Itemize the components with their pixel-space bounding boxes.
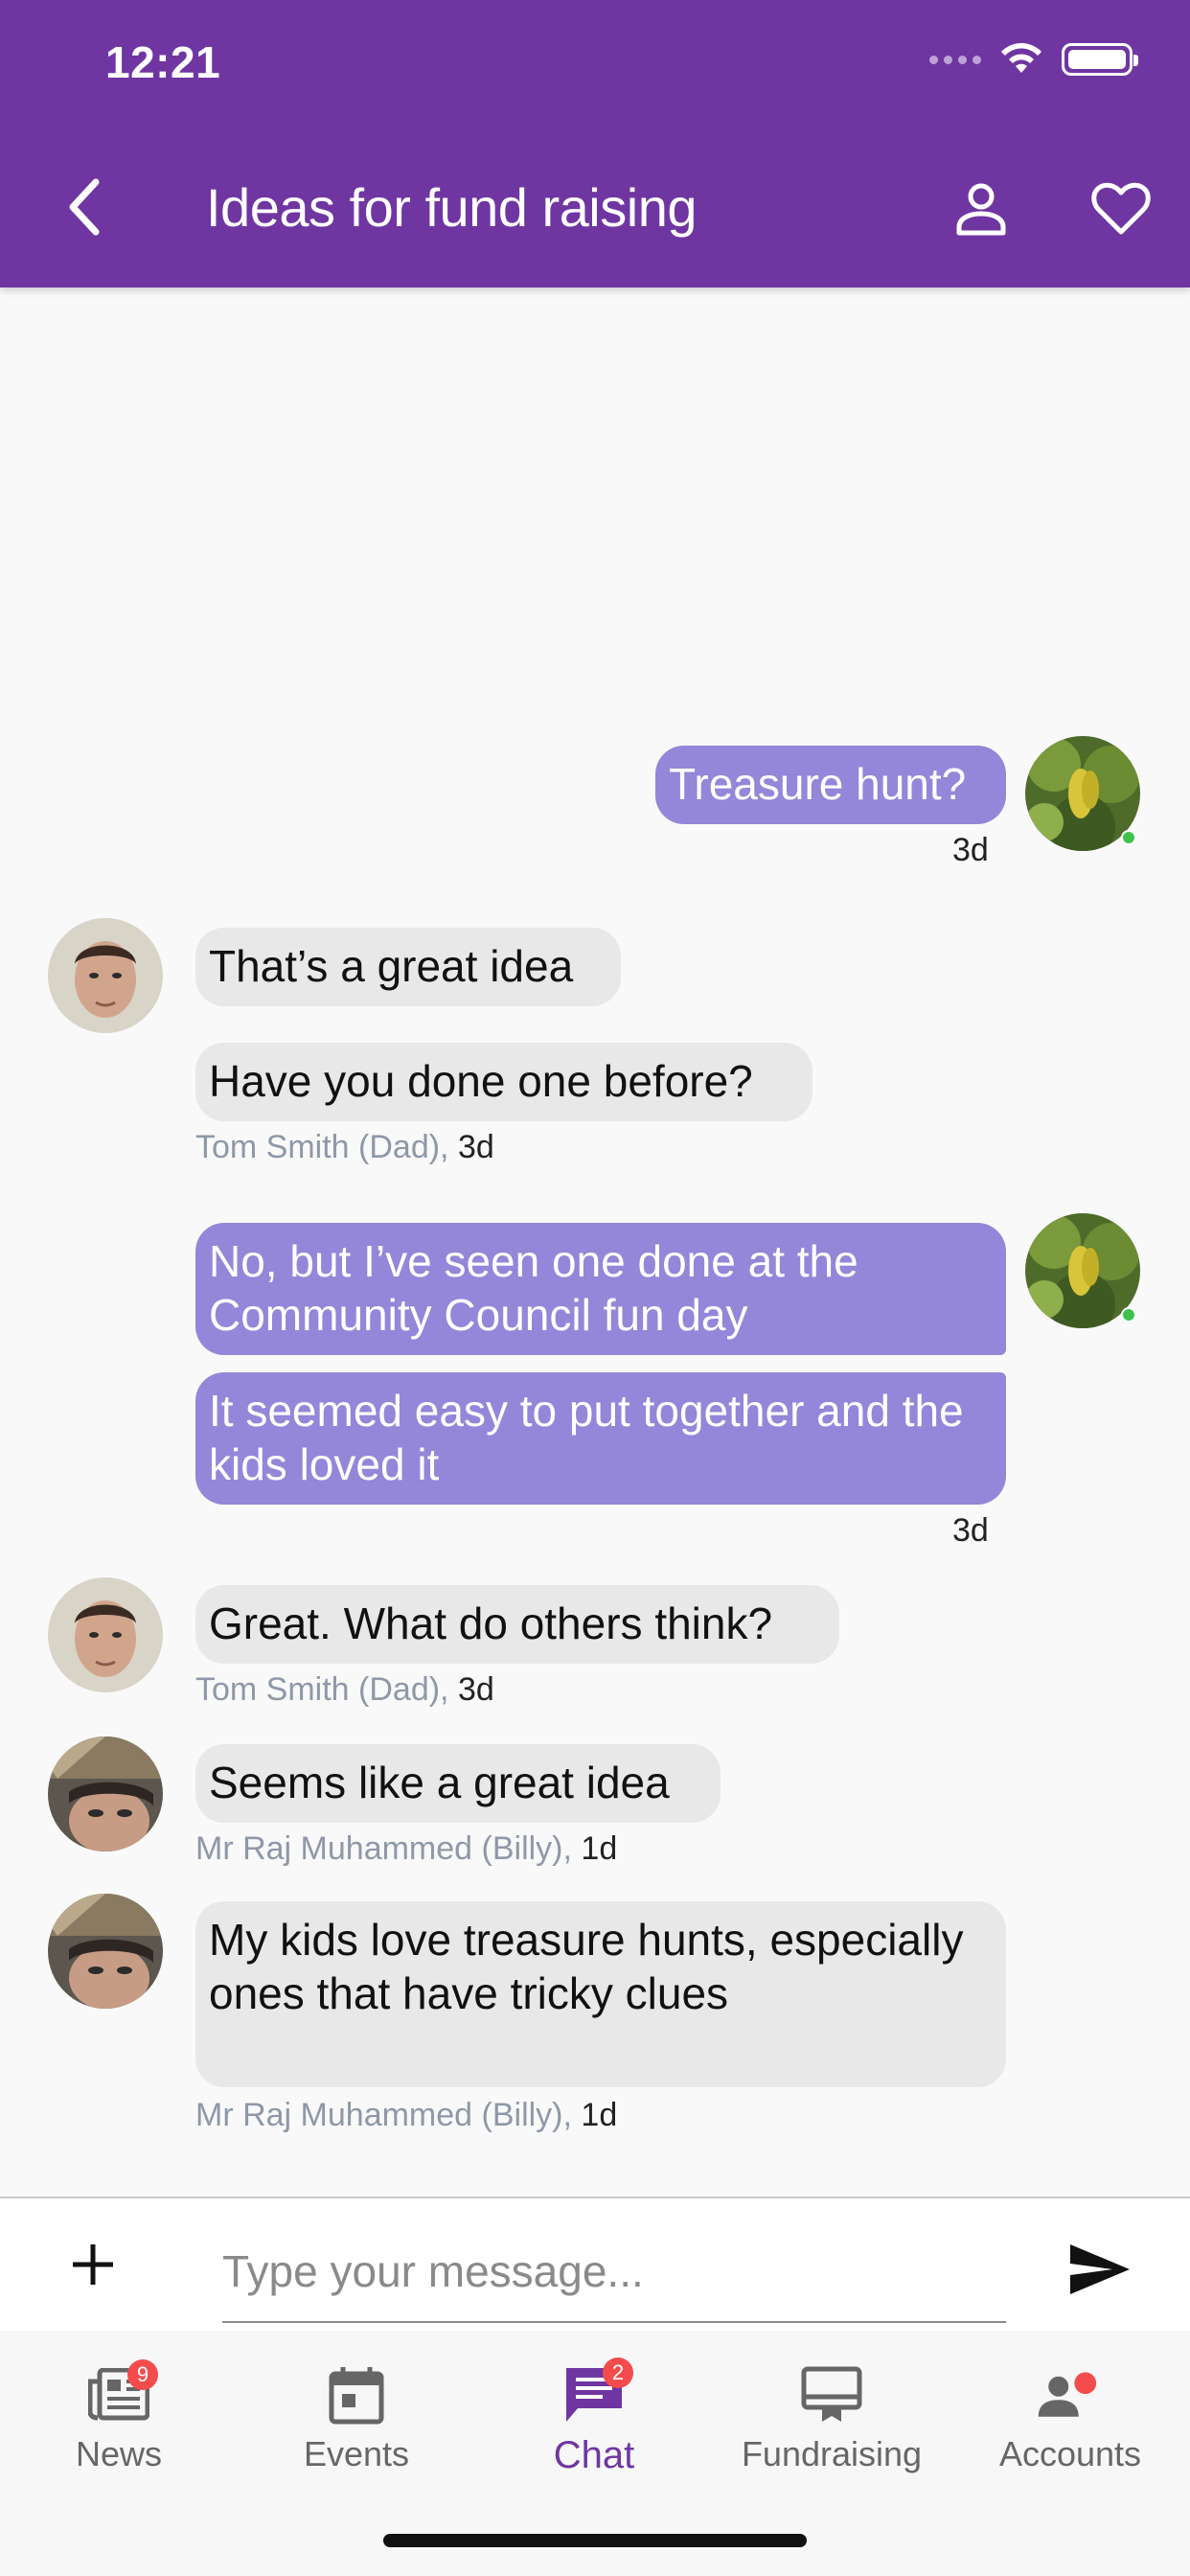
profile-button[interactable] xyxy=(941,169,1021,249)
message-bubble: Seems like a great idea xyxy=(195,1744,721,1823)
message-time: 3d xyxy=(457,1671,494,1708)
message-bubble: Treasure hunt? xyxy=(655,746,1006,824)
message-meta: Tom Smith (Dad), 3d xyxy=(195,1129,494,1166)
online-status-dot xyxy=(1121,1307,1136,1322)
chevron-left-icon xyxy=(69,178,100,236)
back-button[interactable] xyxy=(46,169,123,245)
chat-thread[interactable]: Treasure hunt? 3d That’s a great idea Ha… xyxy=(0,288,1190,2196)
message-meta: Mr Raj Muhammed (Billy), 1d xyxy=(195,1830,617,1868)
sender-name: Mr Raj Muhammed (Billy), xyxy=(195,1830,572,1867)
message-bubble: Have you done one before? xyxy=(195,1043,812,1121)
battery-icon xyxy=(1062,43,1138,76)
tab-fundraising[interactable]: Fundraising xyxy=(713,2331,950,2503)
avatar[interactable] xyxy=(48,918,163,1033)
tab-label: News xyxy=(75,2434,163,2473)
avatar[interactable] xyxy=(48,1894,163,2009)
chat-badge: 2 xyxy=(603,2358,633,2388)
message-bubble: Great. What do others think? xyxy=(195,1585,839,1664)
message-bubble: It seemed easy to put together and the k… xyxy=(195,1372,1006,1505)
avatar[interactable] xyxy=(48,1736,163,1852)
tom-avatar-image xyxy=(48,918,163,1033)
send-icon xyxy=(1070,2244,1130,2294)
tab-label: Fundraising xyxy=(741,2434,923,2473)
app-header: 12:21 Ideas for fund raising xyxy=(0,0,1190,288)
sender-name: Tom Smith (Dad), xyxy=(195,1671,449,1708)
avatar[interactable] xyxy=(48,1577,163,1692)
wifi-icon xyxy=(1001,43,1041,73)
message-time: 1d xyxy=(581,2097,618,2133)
tom-avatar-image xyxy=(48,1577,163,1692)
sender-name: Tom Smith (Dad), xyxy=(195,1129,449,1165)
calendar-icon xyxy=(329,2367,384,2425)
page-title: Ideas for fund raising xyxy=(206,177,697,238)
fundraising-icon xyxy=(801,2366,862,2422)
tab-label: Chat xyxy=(553,2434,635,2476)
tab-label: Events xyxy=(303,2434,410,2473)
accounts-icon xyxy=(1038,2372,1097,2417)
send-button[interactable] xyxy=(1062,2231,1138,2308)
message-meta: Mr Raj Muhammed (Billy), 1d xyxy=(195,2097,617,2134)
add-attachment-button[interactable] xyxy=(59,2231,126,2298)
person-icon xyxy=(956,183,1006,236)
online-status-dot xyxy=(1121,830,1136,845)
raj-avatar-image xyxy=(48,1894,163,2009)
tab-chat[interactable]: 2 Chat xyxy=(475,2331,713,2503)
message-bubble: No, but I’ve seen one done at the Commun… xyxy=(195,1223,1006,1355)
message-time: 3d xyxy=(952,1512,989,1549)
message-bubble: My kids love treasure hunts, especially … xyxy=(195,1901,1006,2087)
signal-icon xyxy=(929,55,981,64)
plus-icon xyxy=(73,2244,113,2285)
raj-avatar-image xyxy=(48,1736,163,1852)
message-meta: Tom Smith (Dad), 3d xyxy=(195,1671,494,1709)
message-time: 1d xyxy=(581,1830,618,1867)
tab-events[interactable]: Events xyxy=(238,2331,475,2503)
heart-outline-icon xyxy=(1091,182,1151,235)
sender-name: Mr Raj Muhammed (Billy), xyxy=(195,2097,572,2133)
message-time: 3d xyxy=(952,832,989,868)
tab-news[interactable]: 9 News xyxy=(0,2331,238,2503)
tab-label: Accounts xyxy=(998,2434,1142,2473)
news-badge: 9 xyxy=(127,2359,158,2390)
status-time: 12:21 xyxy=(105,37,221,87)
status-icons xyxy=(929,42,1138,77)
message-input[interactable] xyxy=(222,2221,1006,2323)
message-time: 3d xyxy=(457,1129,494,1165)
message-composer xyxy=(0,2196,1190,2331)
favorite-button[interactable] xyxy=(1081,169,1161,249)
home-indicator xyxy=(383,2534,807,2547)
message-bubble: That’s a great idea xyxy=(195,928,621,1006)
tab-accounts[interactable]: Accounts xyxy=(950,2331,1190,2503)
